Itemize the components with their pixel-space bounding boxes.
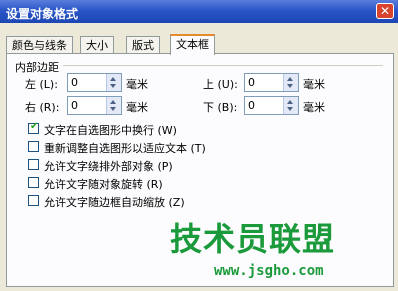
spin-down-icon[interactable] — [287, 107, 293, 111]
wrap-text-label: 文字在自选图形中换行 (W) — [44, 124, 177, 137]
left-margin-value: 0 — [71, 76, 78, 89]
right-margin-spin-buttons[interactable] — [106, 97, 121, 114]
top-margin-label: 上 (U): — [203, 78, 238, 91]
right-margin-value: 0 — [71, 99, 78, 112]
bottom-margin-label: 下 (B): — [203, 101, 238, 114]
wrap-text-checkbox[interactable]: ✔ — [28, 121, 39, 134]
spin-down-icon[interactable] — [287, 84, 293, 88]
left-margin-spin-buttons[interactable] — [106, 74, 121, 91]
top-margin-spinner[interactable]: 0 — [244, 73, 299, 92]
watermark-title: 技术员联盟 — [170, 220, 336, 258]
right-margin-label: 右 (R): — [25, 101, 60, 114]
left-margin-label: 左 (L): — [25, 78, 58, 91]
wrap-outside-checkbox[interactable] — [28, 159, 39, 170]
wrap-outside-label: 允许文字绕排外部对象 (P) — [44, 160, 173, 173]
spin-up-icon[interactable] — [110, 77, 116, 81]
autofit-text-checkbox[interactable] — [28, 195, 39, 206]
tab-size[interactable]: 大小 — [80, 36, 114, 54]
left-margin-spinner[interactable]: 0 — [67, 73, 122, 92]
right-margin-unit: 毫米 — [126, 101, 148, 114]
window-title: 设置对象格式 — [6, 7, 79, 21]
group-divider — [63, 65, 383, 66]
top-margin-unit: 毫米 — [303, 78, 325, 91]
left-margin-unit: 毫米 — [126, 78, 148, 91]
bottom-margin-value: 0 — [248, 99, 255, 112]
tab-layout[interactable]: 版式 — [126, 36, 160, 54]
top-margin-spin-buttons[interactable] — [283, 74, 298, 91]
resize-shape-checkbox[interactable] — [28, 141, 39, 152]
rotate-text-checkbox[interactable] — [28, 177, 39, 188]
right-margin-spinner[interactable]: 0 — [67, 96, 122, 115]
title-bar: 设置对象格式 ✕ — [0, 0, 398, 23]
watermark-url: www.jsgho.com — [214, 263, 324, 279]
spin-down-icon[interactable] — [110, 107, 116, 111]
close-icon: ✕ — [379, 4, 391, 18]
check-icon: ✔ — [30, 121, 39, 132]
close-button[interactable]: ✕ — [376, 3, 394, 19]
spin-up-icon[interactable] — [287, 100, 293, 104]
tab-textbox[interactable]: 文本框 — [170, 34, 215, 55]
resize-shape-label: 重新调整自选图形以适应文本 (T) — [44, 142, 206, 155]
internal-margin-group-label: 内部边距 — [15, 61, 59, 74]
spin-down-icon[interactable] — [110, 84, 116, 88]
bottom-margin-spinner[interactable]: 0 — [244, 96, 299, 115]
bottom-margin-unit: 毫米 — [303, 101, 325, 114]
spin-up-icon[interactable] — [287, 77, 293, 81]
rotate-text-label: 允许文字随对象旋转 (R) — [44, 178, 163, 191]
spin-up-icon[interactable] — [110, 100, 116, 104]
top-margin-value: 0 — [248, 76, 255, 89]
autofit-text-label: 允许文字随边框自动缩放 (Z) — [44, 196, 185, 209]
tab-colors-lines[interactable]: 颜色与线条 — [6, 36, 73, 54]
bottom-margin-spin-buttons[interactable] — [283, 97, 298, 114]
